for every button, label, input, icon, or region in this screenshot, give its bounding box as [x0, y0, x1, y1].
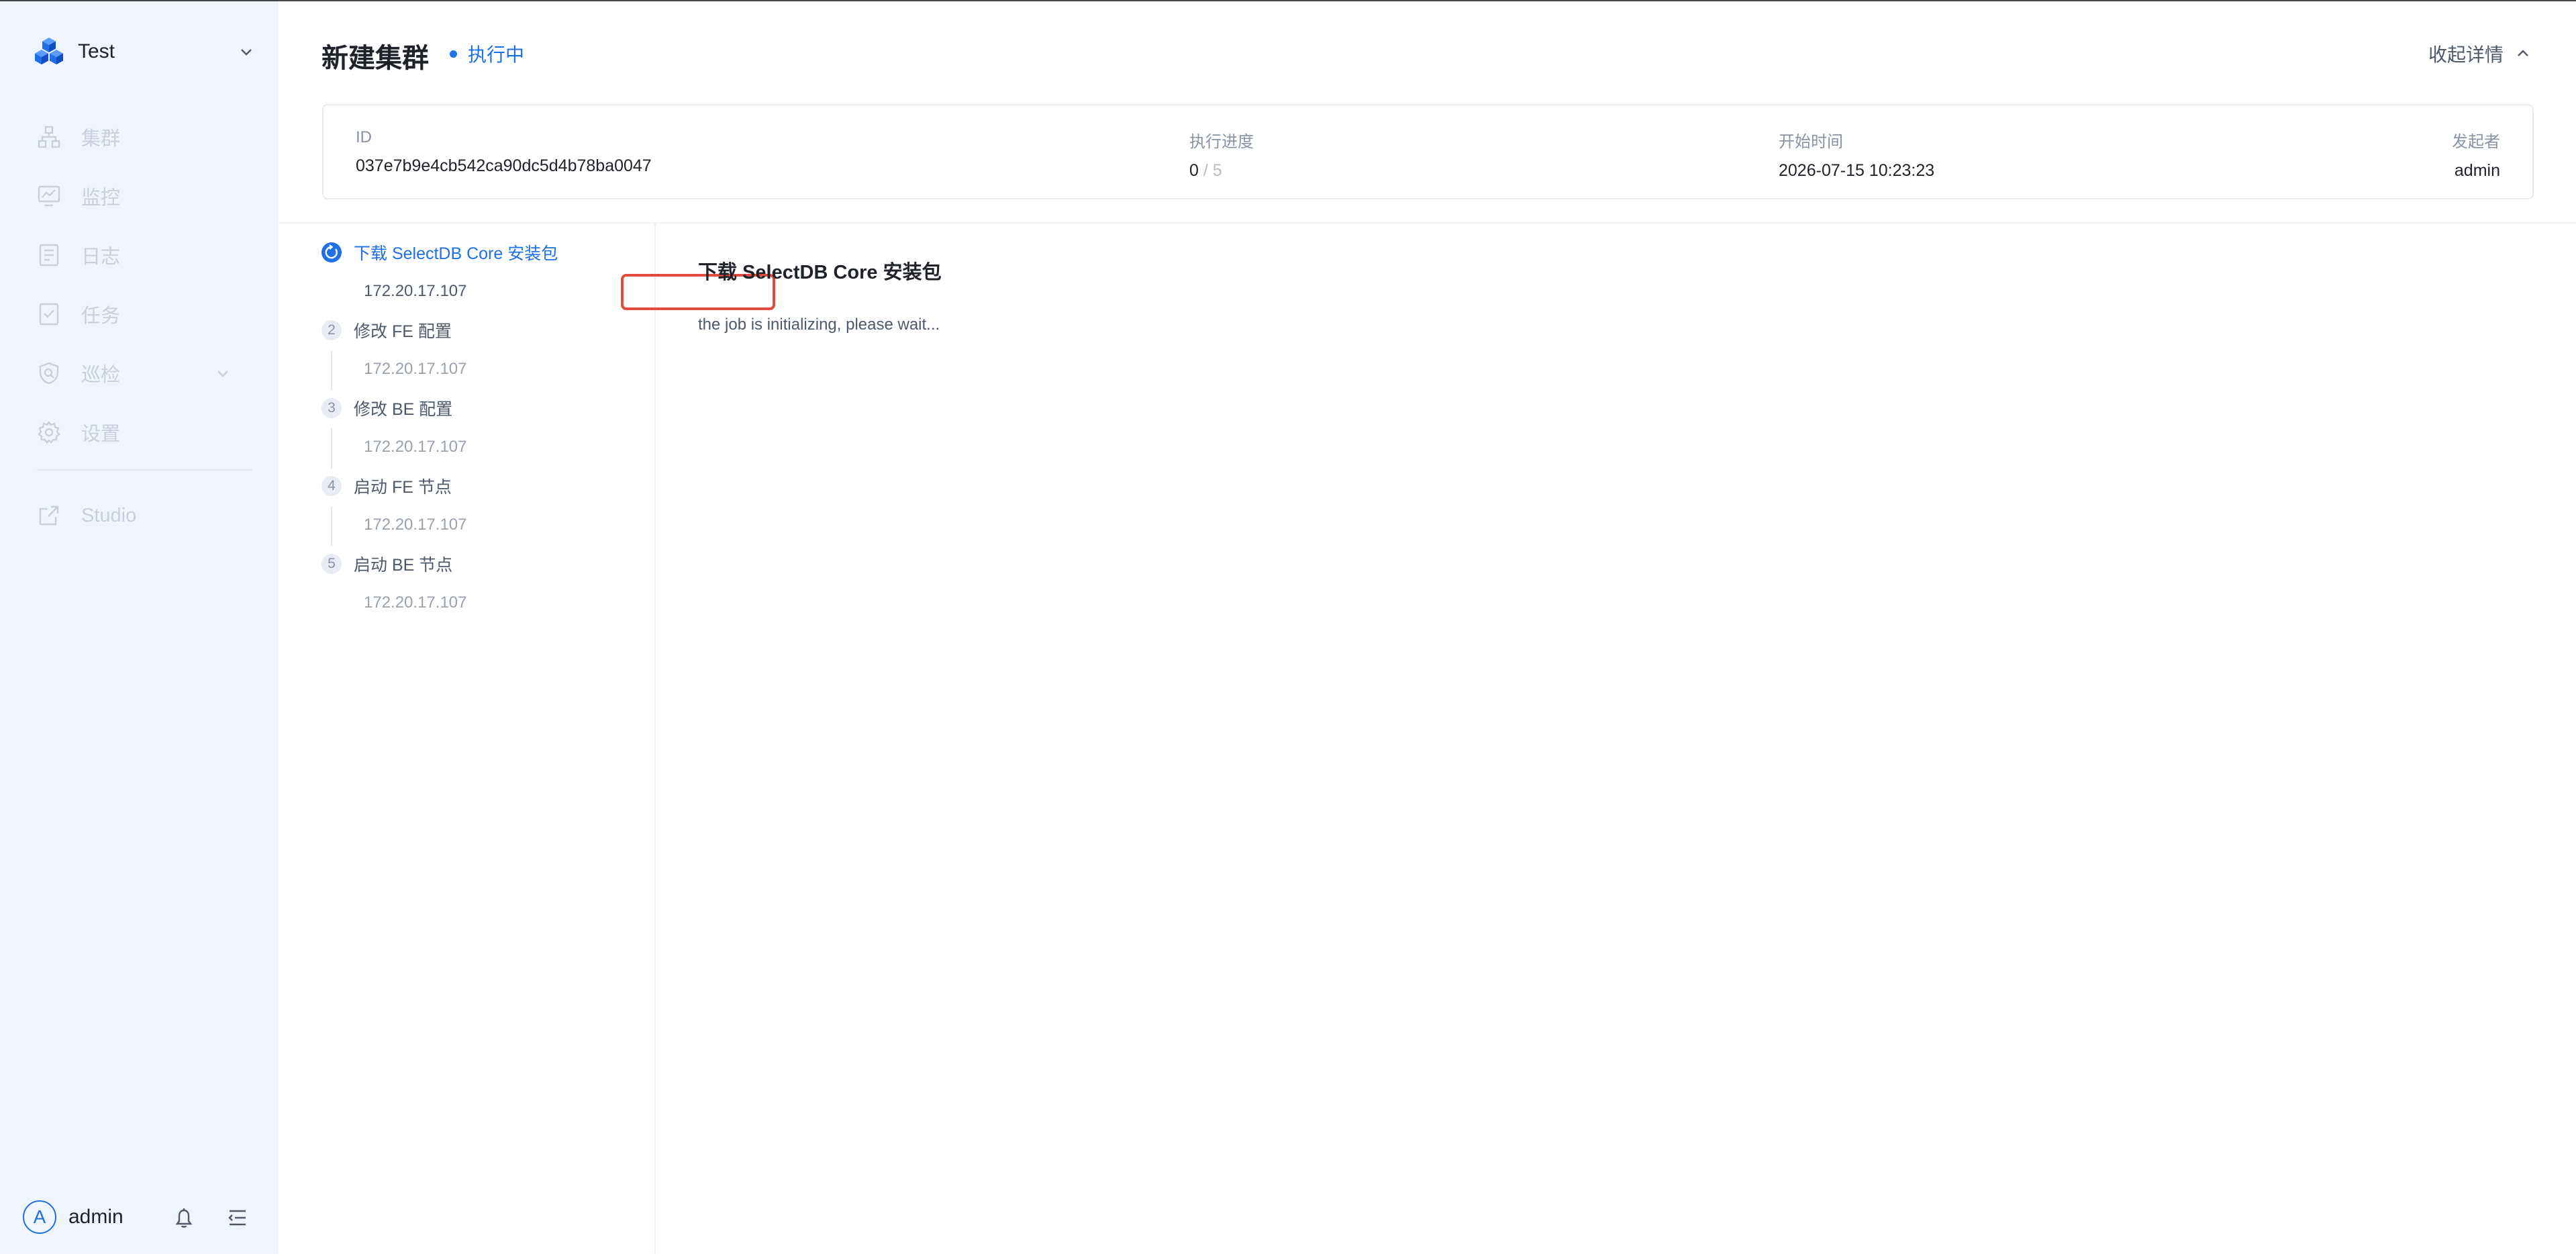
sidebar-item-task[interactable]: 任务 — [37, 285, 252, 344]
initiator: admin — [2454, 161, 2500, 180]
sidebar-item-monitor[interactable]: 监控 — [37, 166, 252, 226]
step-title: 下载 SelectDB Core 安装包 — [354, 244, 558, 263]
workspace-switcher[interactable]: Test — [34, 35, 255, 68]
step-number: 3 — [321, 398, 342, 418]
avatar[interactable]: A — [23, 1200, 56, 1234]
detail-title: 下载 SelectDB Core 安装包 — [698, 262, 942, 283]
step-head: 下载 SelectDB Core 安装包 — [321, 238, 558, 267]
step-host[interactable]: 172.20.17.107 — [364, 593, 466, 612]
sidebar-item-label: 巡检 — [81, 365, 121, 386]
sidebar-nav: 集群 监控 日志 任务 巡检 设置 — [37, 107, 252, 462]
step-item[interactable]: 4 启动 FE 节点 172.20.17.107 — [321, 471, 644, 549]
info-label: 开始时间 — [1779, 133, 1843, 151]
step-host[interactable]: 172.20.17.107 — [364, 360, 466, 379]
step-number: 4 — [321, 476, 342, 496]
task-icon — [39, 303, 59, 326]
step-head: 4 启动 FE 节点 — [321, 471, 452, 501]
chevron-down-icon — [241, 49, 252, 56]
step-list: 下载 SelectDB Core 安装包 172.20.17.107 2 修改 … — [321, 238, 644, 627]
detail-message: the job is initializing, please wait... — [698, 316, 940, 334]
step-number: 2 — [321, 320, 342, 340]
menu-collapse-icon[interactable] — [226, 1206, 250, 1230]
collapse-label: 收起详情 — [2428, 44, 2504, 65]
cubes-logo-icon — [35, 38, 63, 64]
step-connector — [331, 350, 332, 391]
panel-divider — [654, 222, 656, 1254]
status-badge: 执行中 — [450, 40, 524, 67]
info-label: ID — [356, 128, 372, 146]
step-title: 修改 FE 配置 — [354, 322, 452, 341]
info-progress: 执行进度 0 / 5 — [1189, 128, 1254, 181]
progress-done: 0 — [1189, 161, 1199, 180]
step-title: 修改 BE 配置 — [354, 400, 453, 419]
step-host[interactable]: 172.20.17.107 — [364, 438, 466, 456]
step-item[interactable]: 2 修改 FE 配置 172.20.17.107 — [321, 316, 644, 393]
main-content: 新建集群 执行中 收起详情 ID 037e7b9e4cb542ca90dc5d4… — [279, 1, 2576, 1254]
step-item[interactable]: 5 启动 BE 节点 172.20.17.107 — [321, 549, 644, 627]
page-title: 新建集群 — [321, 44, 429, 73]
sidebar-divider — [37, 469, 252, 471]
sidebar-item-log[interactable]: 日志 — [37, 226, 252, 285]
progress-value: 0 / 5 — [1189, 161, 1254, 181]
progress-separator: / — [1203, 161, 1208, 180]
sidebar: Test 集群 监控 日志 任务 巡检 设置 Studio A admin — [0, 1, 279, 1254]
sidebar-item-studio[interactable]: Studio — [37, 486, 136, 545]
info-id: ID 037e7b9e4cb542ca90dc5d4b78ba0047 — [356, 128, 652, 176]
step-head: 2 修改 FE 配置 — [321, 316, 452, 345]
sidebar-item-settings[interactable]: 设置 — [37, 403, 252, 462]
sidebar-item-cluster[interactable]: 集群 — [37, 107, 252, 166]
sidebar-item-label: 设置 — [81, 424, 121, 445]
step-host[interactable]: 172.20.17.107 — [364, 282, 466, 301]
step-head: 5 启动 BE 节点 — [321, 549, 452, 579]
info-initiator: 发起者 admin — [2452, 128, 2500, 181]
step-item[interactable]: 3 修改 BE 配置 172.20.17.107 — [321, 393, 644, 471]
inspection-icon — [39, 362, 59, 385]
status-dot — [450, 50, 457, 58]
step-number: 5 — [321, 554, 342, 574]
step-connector — [331, 428, 332, 469]
loading-icon — [325, 244, 338, 259]
info-label: 发起者 — [2452, 133, 2500, 151]
external-link-icon — [39, 505, 59, 526]
monitor-icon — [38, 185, 60, 207]
job-id: 037e7b9e4cb542ca90dc5d4b78ba0047 — [356, 156, 652, 175]
chevron-up-icon — [2518, 50, 2528, 56]
sidebar-item-label: 任务 — [81, 305, 121, 327]
info-label: 执行进度 — [1189, 133, 1254, 151]
app-window: Test 集群 监控 日志 任务 巡检 设置 Studio A admin 新建… — [0, 0, 2576, 1254]
user-name[interactable]: admin — [68, 1206, 123, 1228]
user-bar: A admin — [23, 1199, 255, 1235]
sidebar-item-label: 集群 — [81, 128, 121, 150]
status-text: 执行中 — [468, 44, 525, 65]
sidebar-item-inspection[interactable]: 巡检 — [37, 344, 252, 403]
job-info-card: ID 037e7b9e4cb542ca90dc5d4b78ba0047 执行进度… — [322, 104, 2534, 199]
step-head: 3 修改 BE 配置 — [321, 393, 452, 423]
chevron-down-icon — [217, 371, 228, 377]
cluster-icon — [38, 126, 60, 148]
step-item[interactable]: 下载 SelectDB Core 安装包 172.20.17.107 — [321, 238, 644, 316]
step-title: 启动 FE 节点 — [354, 478, 452, 497]
progress-total: 5 — [1212, 161, 1222, 180]
sidebar-item-label: 监控 — [81, 187, 121, 209]
info-start-time: 开始时间 2026-07-15 10:23:23 — [1779, 128, 1934, 181]
step-running-icon — [321, 242, 342, 262]
sidebar-item-label: 日志 — [81, 246, 121, 268]
bell-icon[interactable] — [172, 1206, 196, 1230]
step-title: 启动 BE 节点 — [354, 556, 453, 575]
workspace-name: Test — [78, 40, 115, 62]
section-divider — [279, 222, 2576, 224]
log-icon — [39, 244, 59, 267]
collapse-details-button[interactable]: 收起详情 — [2428, 40, 2532, 67]
sidebar-item-label: Studio — [81, 504, 137, 526]
start-time: 2026-07-15 10:23:23 — [1779, 161, 1935, 180]
settings-icon — [38, 421, 60, 444]
step-connector — [331, 506, 332, 546]
step-host[interactable]: 172.20.17.107 — [364, 516, 466, 534]
